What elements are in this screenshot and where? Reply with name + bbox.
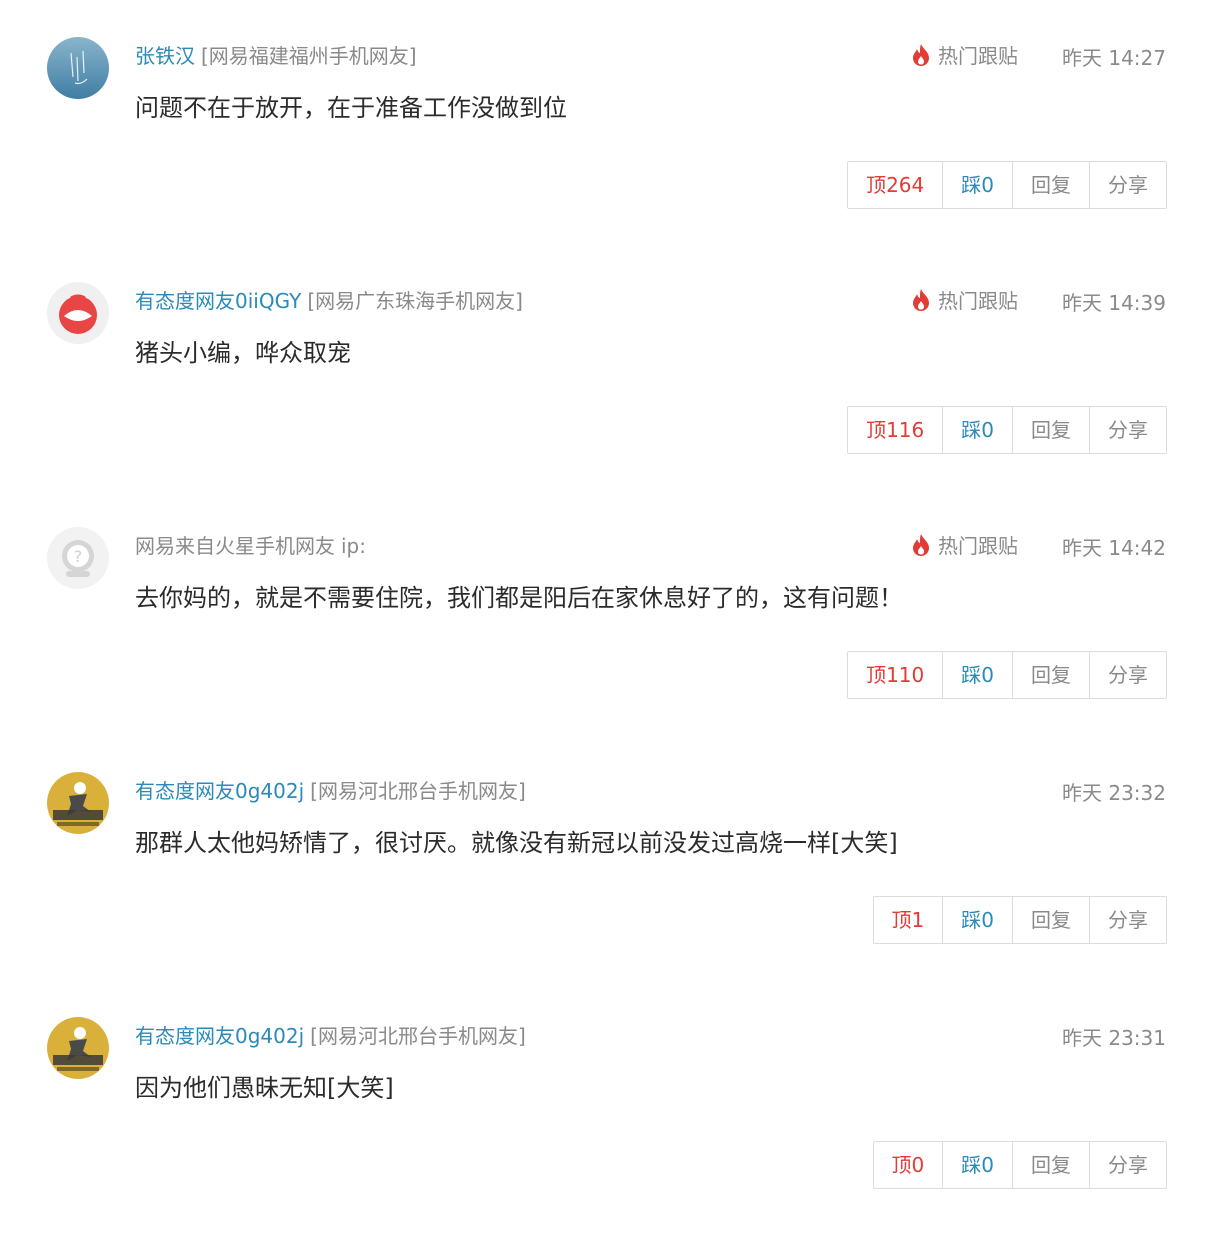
reply-button[interactable]: 回复 [1012, 1142, 1089, 1188]
reply-button[interactable]: 回复 [1012, 407, 1089, 453]
comment-meta: 张铁汉 [网易福建福州手机网友] [135, 40, 417, 69]
upvote-button[interactable]: 顶0 [874, 1142, 943, 1188]
reply-button[interactable]: 回复 [1012, 652, 1089, 698]
comment-time: 昨天 14:42 [1062, 536, 1166, 560]
username-link[interactable]: 张铁汉 [135, 44, 195, 68]
hot-comment-tag: 热门跟贴 [910, 530, 1018, 559]
user-location: ip: [341, 534, 366, 558]
share-button[interactable]: 分享 [1089, 897, 1166, 943]
username-label: 网易来自火星手机网友 [135, 534, 335, 558]
share-button[interactable]: 分享 [1089, 652, 1166, 698]
comment-meta: 网易来自火星手机网友 ip: [135, 530, 366, 559]
user-location: [网易广东珠海手机网友] [307, 289, 523, 313]
reply-button[interactable]: 回复 [1012, 897, 1089, 943]
flame-icon [913, 43, 929, 66]
avatar[interactable] [47, 772, 109, 834]
comment-meta: 有态度网友0g402j [网易河北邢台手机网友] [135, 1020, 526, 1049]
hot-label: 热门跟贴 [938, 44, 1018, 68]
reply-button[interactable]: 回复 [1012, 162, 1089, 208]
comment-text: 去你妈的，就是不需要住院，我们都是阳后在家休息好了的，这有问题！ [135, 584, 903, 612]
svg-text:?: ? [74, 547, 83, 566]
share-button[interactable]: 分享 [1089, 1142, 1166, 1188]
hot-label: 热门跟贴 [938, 534, 1018, 558]
comment-item: 有态度网友0iiQGY [网易广东珠海手机网友] 热门跟贴 昨天 14:39 猪头… [0, 245, 1227, 490]
downvote-button[interactable]: 踩0 [942, 162, 1012, 208]
comment-actions: 顶1 踩0 回复 分享 [872, 896, 1167, 944]
comment-actions: 顶0 踩0 回复 分享 [872, 1141, 1167, 1189]
user-location: [网易河北邢台手机网友] [310, 1024, 526, 1048]
comment-time: 昨天 14:27 [1062, 46, 1166, 70]
comment-actions: 顶264 踩0 回复 分享 [847, 161, 1167, 209]
downvote-button[interactable]: 踩0 [942, 652, 1012, 698]
user-location: [网易河北邢台手机网友] [310, 779, 526, 803]
comment-item: ? 网易来自火星手机网友 ip: 热门跟贴 昨天 14:42 去你妈的，就是不需要… [0, 490, 1227, 735]
username-link[interactable]: 有态度网友0g402j [135, 779, 304, 803]
comment-time: 昨天 23:32 [1062, 781, 1166, 805]
comment-time: 昨天 23:31 [1062, 1026, 1166, 1050]
upvote-button[interactable]: 顶1 [874, 897, 943, 943]
share-button[interactable]: 分享 [1089, 407, 1166, 453]
comment-actions: 顶110 踩0 回复 分享 [847, 651, 1167, 699]
comment-text: 问题不在于放开，在于准备工作没做到位 [135, 94, 567, 122]
upvote-button[interactable]: 顶264 [848, 162, 942, 208]
comment-text: 那群人太他妈矫情了，很讨厌。就像没有新冠以前没发过高烧一样[大笑] [135, 829, 898, 857]
flame-icon [913, 533, 929, 556]
downvote-button[interactable]: 踩0 [942, 407, 1012, 453]
downvote-button[interactable]: 踩0 [942, 897, 1012, 943]
comment-time: 昨天 14:39 [1062, 291, 1166, 315]
share-button[interactable]: 分享 [1089, 162, 1166, 208]
downvote-button[interactable]: 踩0 [942, 1142, 1012, 1188]
avatar[interactable] [47, 1017, 109, 1079]
username-link[interactable]: 有态度网友0iiQGY [135, 289, 301, 313]
hot-comment-tag: 热门跟贴 [910, 40, 1018, 69]
comment-item: 张铁汉 [网易福建福州手机网友] 热门跟贴 昨天 14:27 问题不在于放开，在于… [0, 0, 1227, 245]
comment-text: 猪头小编，哗众取宠 [135, 339, 351, 367]
comment-actions: 顶116 踩0 回复 分享 [847, 406, 1167, 454]
hot-comment-tag: 热门跟贴 [910, 285, 1018, 314]
user-location: [网易福建福州手机网友] [201, 44, 417, 68]
comment-item: 有态度网友0g402j [网易河北邢台手机网友] 昨天 23:32 那群人太他妈矫… [0, 735, 1227, 980]
upvote-button[interactable]: 顶116 [848, 407, 942, 453]
avatar[interactable] [47, 37, 109, 99]
hot-label: 热门跟贴 [938, 289, 1018, 313]
flame-icon [913, 288, 929, 311]
comment-text: 因为他们愚昧无知[大笑] [135, 1074, 394, 1102]
comment-meta: 有态度网友0iiQGY [网易广东珠海手机网友] [135, 285, 523, 314]
comment-item: 有态度网友0g402j [网易河北邢台手机网友] 昨天 23:31 因为他们愚昧无… [0, 980, 1227, 1225]
upvote-button[interactable]: 顶110 [848, 652, 942, 698]
username-link[interactable]: 有态度网友0g402j [135, 1024, 304, 1048]
comment-meta: 有态度网友0g402j [网易河北邢台手机网友] [135, 775, 526, 804]
avatar[interactable]: ? [47, 527, 109, 589]
avatar[interactable] [47, 282, 109, 344]
